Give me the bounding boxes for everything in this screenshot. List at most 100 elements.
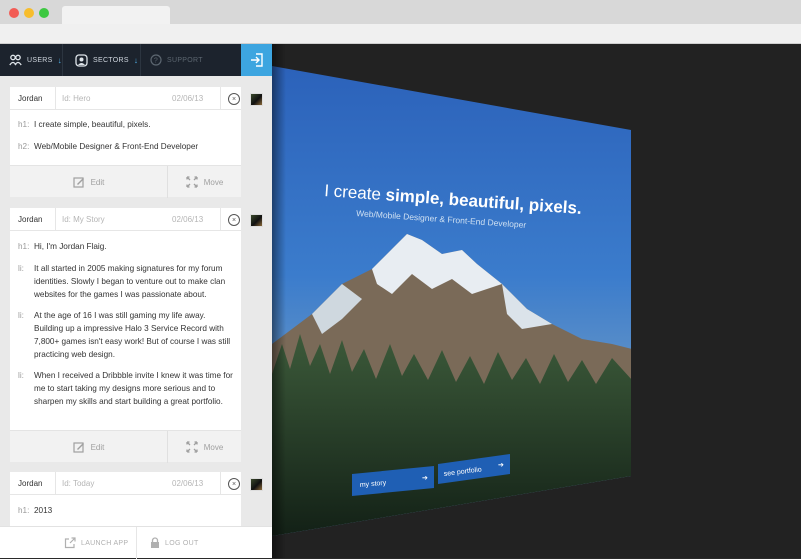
section-card-my-story: Jordan Id: My Story 02/06/13 h1: Hi, I'm … xyxy=(10,208,241,463)
move-label: Move xyxy=(203,177,224,187)
edit-icon xyxy=(72,177,84,188)
avatar xyxy=(250,478,263,491)
close-window-button[interactable] xyxy=(9,8,19,18)
browser-toolbar xyxy=(0,24,801,44)
help-icon: ? xyxy=(150,54,162,66)
nav-sectors[interactable]: SECTORS ↓ xyxy=(75,44,138,76)
card-id-field[interactable]: Id: Hero xyxy=(62,94,90,103)
close-icon[interactable]: × xyxy=(228,214,240,226)
row-tag: li: xyxy=(18,264,24,273)
bottom-bar: LAUNCH APP LOG OUT xyxy=(0,526,272,559)
row-text: When I received a Dribbble invite I knew… xyxy=(34,371,233,406)
row-text: I create simple, beautiful, pixels. xyxy=(34,120,151,129)
edit-label: Edit xyxy=(90,442,105,452)
top-navigation: USERS ↓ SECTORS ↓ ? SUPPORT xyxy=(0,44,272,76)
card-row[interactable]: h2: Web/Mobile Designer & Front-End Devel… xyxy=(10,140,241,153)
arrow-down-icon: ↓ xyxy=(133,55,139,65)
row-tag: h1: xyxy=(18,120,30,129)
section-card-hero: Jordan Id: Hero 02/06/13 h1: I create sim… xyxy=(10,87,241,198)
nav-divider xyxy=(62,44,63,76)
card-date: 02/06/13 xyxy=(172,479,204,488)
move-label: Move xyxy=(203,442,224,452)
card-header: Jordan Id: Today 02/06/13 xyxy=(10,472,241,495)
card-divider xyxy=(55,87,56,110)
card-divider xyxy=(55,472,56,495)
arrow-right-icon: ➔ xyxy=(422,475,428,482)
card-date: 02/06/13 xyxy=(172,215,204,224)
card-header: Jordan Id: My Story 02/06/13 xyxy=(10,208,241,231)
card-header: Jordan Id: Hero 02/06/13 xyxy=(10,87,241,110)
row-text: 2013 xyxy=(34,506,53,515)
card-divider xyxy=(220,87,221,110)
lock-icon xyxy=(151,537,159,548)
card-footer: Edit Move xyxy=(10,165,241,198)
exit-icon xyxy=(250,53,263,67)
card-divider xyxy=(220,472,221,495)
browser-tab[interactable] xyxy=(62,6,170,24)
svg-text:?: ? xyxy=(154,58,158,65)
row-text: Hi, I'm Jordan Flaig. xyxy=(34,242,107,251)
move-icon xyxy=(186,441,198,453)
nav-support[interactable]: ? SUPPORT xyxy=(150,44,203,76)
browser-chrome xyxy=(0,0,801,44)
minimize-window-button[interactable] xyxy=(24,8,34,18)
move-button[interactable]: Move xyxy=(168,431,241,463)
card-divider xyxy=(55,208,56,231)
nav-users[interactable]: USERS ↓ xyxy=(9,44,62,76)
row-text: At the age of 16 I was still gaming my l… xyxy=(34,311,231,359)
row-tag: li: xyxy=(18,311,24,320)
avatar xyxy=(250,214,263,227)
card-row[interactable]: li: At the age of 16 I was still gaming m… xyxy=(10,309,241,361)
edit-button[interactable]: Edit xyxy=(10,166,168,198)
nav-divider xyxy=(140,44,141,76)
bottom-divider xyxy=(136,527,137,559)
launch-app-button[interactable]: LAUNCH APP xyxy=(64,527,128,559)
card-row[interactable]: h1: 2013 xyxy=(10,504,241,517)
edit-icon xyxy=(72,442,84,453)
card-row[interactable]: h1: Hi, I'm Jordan Flaig. xyxy=(10,240,241,253)
card-row[interactable]: li: It all started in 2005 making signatu… xyxy=(10,262,241,301)
row-tag: h1: xyxy=(18,242,30,251)
nav-support-label: SUPPORT xyxy=(167,56,203,64)
sectors-icon xyxy=(75,53,88,67)
move-button[interactable]: Move xyxy=(168,166,241,198)
edit-button[interactable]: Edit xyxy=(10,431,168,463)
close-icon[interactable]: × xyxy=(228,478,240,490)
card-divider xyxy=(220,208,221,231)
users-icon xyxy=(9,54,22,66)
row-tag: li: xyxy=(18,371,24,380)
nav-users-label: USERS xyxy=(27,56,53,64)
card-author: Jordan xyxy=(18,215,43,224)
panel-shadow xyxy=(272,44,286,558)
avatar xyxy=(250,93,263,106)
live-preview: I create simple, beautiful, pixels. Web/… xyxy=(272,44,801,558)
card-author: Jordan xyxy=(18,479,43,488)
row-text: It all started in 2005 making signatures… xyxy=(34,264,226,299)
arrow-right-icon: ➔ xyxy=(498,462,504,469)
browser-window: USERS ↓ SECTORS ↓ ? SUPPORT Jordan Id: H… xyxy=(0,0,801,559)
maximize-window-button[interactable] xyxy=(39,8,49,18)
card-row[interactable]: li: When I received a Dribbble invite I k… xyxy=(10,369,241,408)
logout-label: LOG OUT xyxy=(165,539,199,547)
preview-canvas: I create simple, beautiful, pixels. Web/… xyxy=(272,66,631,536)
section-card-today: Jordan Id: Today 02/06/13 h1: 2013 xyxy=(10,472,241,526)
card-footer: Edit Move xyxy=(10,430,241,463)
row-text: Web/Mobile Designer & Front-End Develope… xyxy=(34,142,199,151)
card-row[interactable]: h1: I create simple, beautiful, pixels. xyxy=(10,118,241,131)
row-tag: h2: xyxy=(18,142,30,151)
nav-sectors-label: SECTORS xyxy=(93,56,129,64)
sections-list[interactable]: Jordan Id: Hero 02/06/13 h1: I create sim… xyxy=(0,76,272,526)
edit-label: Edit xyxy=(90,177,105,187)
card-id-field[interactable]: Id: My Story xyxy=(62,215,105,224)
move-icon xyxy=(186,176,198,188)
exit-button[interactable] xyxy=(241,44,272,76)
logout-button[interactable]: LOG OUT xyxy=(150,527,199,559)
card-id-field[interactable]: Id: Today xyxy=(62,479,94,488)
row-tag: h1: xyxy=(18,506,30,515)
card-author: Jordan xyxy=(18,94,43,103)
close-icon[interactable]: × xyxy=(228,93,240,105)
card-date: 02/06/13 xyxy=(172,94,204,103)
external-link-icon xyxy=(64,537,76,549)
launch-app-label: LAUNCH APP xyxy=(81,539,129,547)
editor-panel: USERS ↓ SECTORS ↓ ? SUPPORT Jordan Id: H… xyxy=(0,44,272,559)
